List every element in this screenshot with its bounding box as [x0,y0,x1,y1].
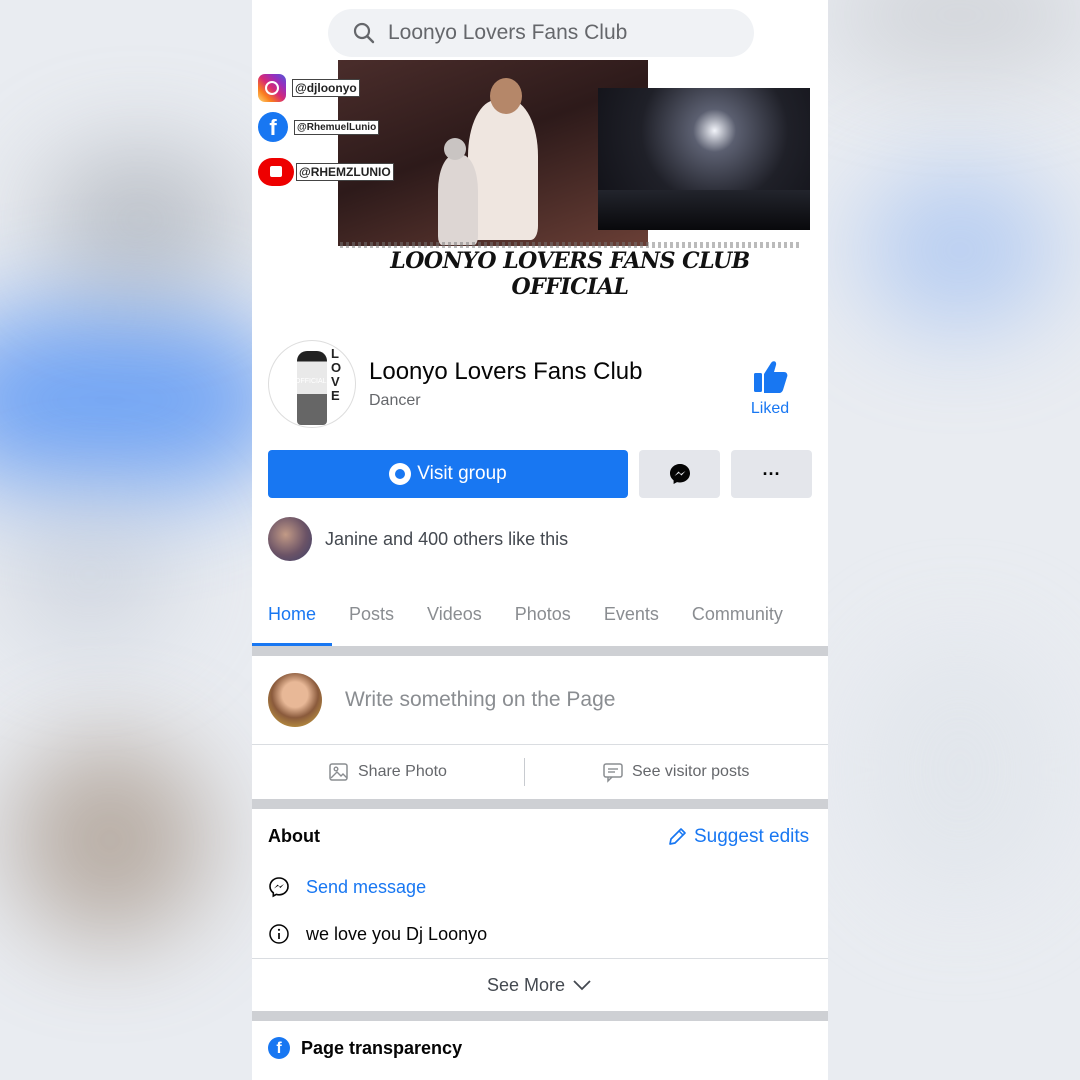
avatar-letters: L O V E [331,346,342,403]
facebook-page-screen: Loonyo Lovers Fans Club @djloonyo f @Rhe… [252,0,828,1080]
page-transparency-section[interactable]: f Page transparency [268,1037,462,1059]
suggest-edits-button[interactable]: Suggest edits [666,826,809,848]
facebook-icon: f [258,112,288,142]
tab-events[interactable]: Events [604,590,659,646]
cover-instagram-row: @djloonyo [258,74,360,102]
action-buttons: Visit group ··· [268,450,812,498]
thumbs-up-icon [754,361,788,393]
avatar-shirt-text: OFFICIAL [295,378,327,385]
group-icon [389,463,412,485]
page-category: Dancer [369,392,421,409]
info-icon [269,924,289,944]
composer-actions: Share Photo See visitor posts [252,745,828,799]
section-divider [252,799,828,809]
share-photo-button[interactable]: Share Photo [328,745,447,799]
cover-stage-photo [598,88,810,230]
messenger-outline-icon [269,877,289,898]
pencil-icon [669,828,686,845]
likes-text: Janine and 400 others like this [325,528,569,549]
tab-photos[interactable]: Photos [515,590,571,646]
liked-label: Liked [750,400,790,417]
search-bar[interactable]: Loonyo Lovers Fans Club [328,9,754,57]
see-visitor-posts-button[interactable]: See visitor posts [602,745,749,799]
user-avatar [268,673,322,727]
likes-summary[interactable]: Janine and 400 others like this [268,517,568,561]
messenger-button[interactable] [639,450,720,498]
search-icon [353,22,375,44]
about-description: we love you Dj Loonyo [268,923,487,945]
more-options-button[interactable]: ··· [731,450,812,498]
instagram-handle: @djloonyo [292,79,360,97]
cover-title: LOONYO LOVERS FANS CLUB OFFICIAL [340,242,800,300]
page-tabs: Home Posts Videos Photos Events Communit… [252,590,828,646]
messenger-icon [669,464,690,484]
send-message-label: Send message [306,876,427,897]
visitor-posts-icon [603,763,623,783]
cover-facebook-row: f @RhemuelLunio [258,112,380,142]
more-options-label: ··· [762,463,781,484]
facebook-logo-icon: f [268,1037,290,1059]
tab-videos[interactable]: Videos [427,590,482,646]
tab-posts[interactable]: Posts [349,590,394,646]
section-divider [252,1011,828,1021]
page-avatar[interactable]: L O V E OFFICIAL [268,340,356,428]
suggest-edits-label: Suggest edits [694,826,810,847]
page-transparency-heading: Page transparency [301,1037,463,1058]
instagram-icon [258,74,286,102]
about-heading: About [268,826,320,846]
friend-avatar [268,517,312,561]
page-name: Loonyo Lovers Fans Club [369,358,643,385]
see-visitor-posts-label: See visitor posts [632,763,750,780]
liked-button[interactable]: Liked [742,360,798,418]
cover-photo[interactable]: @djloonyo f @RhemuelLunio @RHEMZLUNIO LO… [252,60,828,300]
tab-home[interactable]: Home [252,590,333,646]
see-more-label: See More [486,974,566,995]
composer-placeholder: Write something on the Page [345,688,616,711]
youtube-handle: @RHEMZLUNIO [296,163,394,181]
facebook-handle: @RhemuelLunio [294,119,380,135]
share-photo-label: Share Photo [358,763,447,780]
post-composer[interactable]: Write something on the Page [252,656,828,744]
description-text: we love you Dj Loonyo [306,923,488,944]
search-value: Loonyo Lovers Fans Club [388,21,628,44]
send-message-link[interactable]: Send message [268,876,426,898]
action-divider [524,758,525,786]
see-more-button[interactable]: See More [252,959,828,1011]
visit-group-label: Visit group [417,463,507,484]
cover-youtube-row: @RHEMZLUNIO [258,158,394,186]
tab-community[interactable]: Community [692,590,783,646]
section-divider [252,646,828,656]
photo-icon [329,763,348,781]
visit-group-button[interactable]: Visit group [268,450,628,498]
chevron-down-icon [573,980,591,991]
youtube-icon [258,158,294,186]
